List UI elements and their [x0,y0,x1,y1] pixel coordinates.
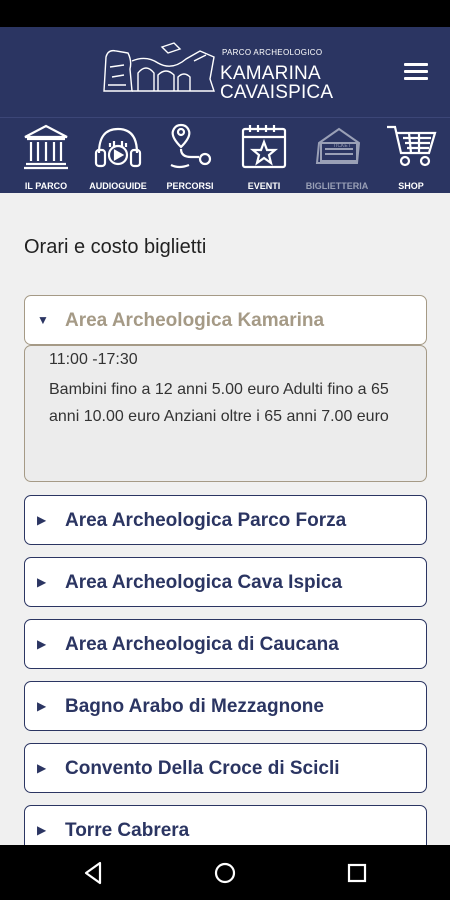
accordion-header-torre-cabrera[interactable]: ▶ Torre Cabrera [24,805,427,845]
tab-label: AUDIOGUIDE [89,181,147,191]
tab-label: EVENTI [247,181,281,191]
tab-label: BIGLIETTERIA [305,181,369,191]
collapsed-arrow-icon: ▶ [37,699,47,713]
accordion-title: Area Archeologica di Caucana [65,634,339,655]
accordion-title: Bagno Arabo di Mezzagnone [65,696,324,717]
accordion-header-mezzagnone[interactable]: ▶ Bagno Arabo di Mezzagnone [24,681,427,731]
logo-subtitle: PARCO ARCHEOLOGICO [222,48,323,57]
tab-label: SHOP [398,181,424,191]
status-bar [0,0,450,27]
svg-text:TICKET: TICKET [333,143,351,149]
android-nav-bar [0,845,450,900]
expanded-arrow-icon: ▼ [37,313,49,327]
recents-icon[interactable] [343,859,371,887]
tab-percorsi[interactable]: PERCORSI [158,118,222,194]
collapsed-arrow-icon: ▶ [37,575,47,589]
collapsed-arrow-icon: ▶ [37,761,47,775]
accordion-header-kamarina[interactable]: ▼ Area Archeologica Kamarina [24,295,427,345]
ticket-prices: Bambini fino a 12 anni 5.00 euro Adulti … [49,381,389,425]
tab-il-parco[interactable]: IL PARCO [12,118,80,194]
opening-hours: 11:00 -17:30 [49,351,138,368]
back-icon[interactable] [80,859,108,887]
collapsed-arrow-icon: ▶ [37,823,47,837]
collapsed-arrow-icon: ▶ [37,637,47,651]
tab-label: PERCORSI [166,181,214,191]
route-icon [170,123,212,169]
tab-eventi[interactable]: EVENTI [232,118,296,194]
collapsed-arrow-icon: ▶ [37,513,47,527]
headphones-icon [94,127,142,168]
main-content[interactable]: Orari e costo biglietti ▼ Area Archeolog… [0,193,450,845]
tab-biglietteria[interactable]: TICKET BIGLIETTERIA [300,118,374,194]
logo-title-line2: CAVAISPICA [220,82,334,103]
tab-audioguide[interactable]: AUDIOGUIDE [83,118,153,194]
accordion-title: Area Archeologica Cava Ispica [65,572,343,593]
accordion-header-cava-ispica[interactable]: ▶ Area Archeologica Cava Ispica [24,557,427,607]
accordion-title: Convento Della Croce di Scicli [65,758,340,779]
home-icon[interactable] [211,859,239,887]
cart-icon [387,125,437,167]
hamburger-menu-icon[interactable] [404,63,428,83]
accordion-header-caucana[interactable]: ▶ Area Archeologica di Caucana [24,619,427,669]
tab-bar: IL PARCO AUDIOGUIDE PERCORSI EVENTI TICK… [0,117,450,193]
museum-icon [24,124,68,170]
tab-label: IL PARCO [24,181,68,191]
calendar-star-icon [241,125,287,169]
app-header: PARCO ARCHEOLOGICO KAMARINA CAVAISPICA [0,27,450,117]
accordion-title: Area Archeologica Kamarina [65,310,325,331]
tab-shop[interactable]: SHOP [382,118,440,194]
accordion-header-convento-croce[interactable]: ▶ Convento Della Croce di Scicli [24,743,427,793]
accordion-title: Area Archeologica Parco Forza [65,510,347,531]
accordion-header-parco-forza[interactable]: ▶ Area Archeologica Parco Forza [24,495,427,545]
ticket-icon: TICKET [315,127,361,164]
park-logo: PARCO ARCHEOLOGICO KAMARINA CAVAISPICA [102,39,334,105]
page-title: Orari e costo biglietti [24,236,207,258]
accordion-title: Torre Cabrera [65,820,190,841]
ruins-logo-icon [103,42,215,92]
accordion-body-kamarina: 11:00 -17:30 Bambini fino a 12 anni 5.00… [24,345,427,482]
